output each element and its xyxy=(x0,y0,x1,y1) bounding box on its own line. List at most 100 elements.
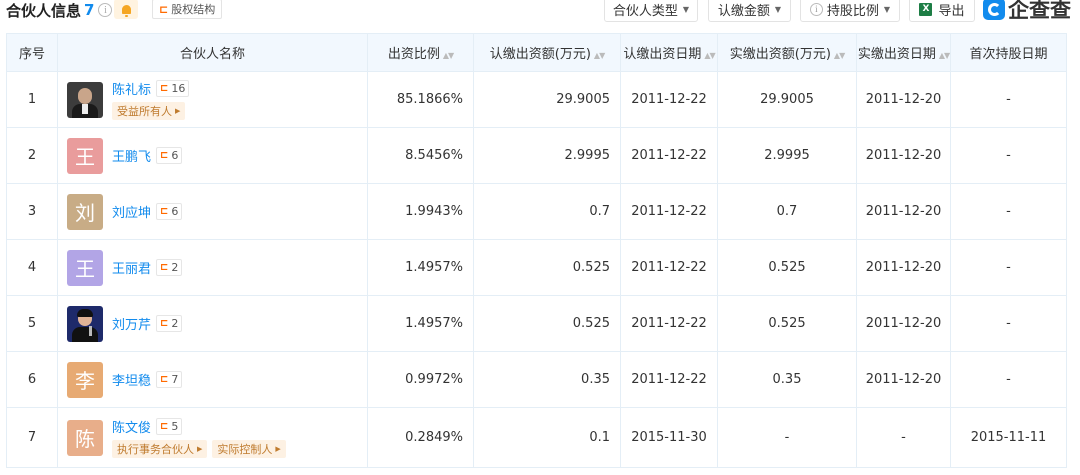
partner-count: 7 xyxy=(84,1,95,19)
role-tag-label: 受益所有人 xyxy=(117,105,172,118)
paid-amount: 0.35 xyxy=(717,351,857,408)
row-number: 6 xyxy=(6,351,58,408)
table-row: 4 王王丽君 ⊏ 2 1.4957% 0.525 2011-12-22 0.525 2011-1… xyxy=(6,239,1067,296)
table-row: 7 陈陈文俊 ⊏ 5 执行事务合伙人 ▶ 实际控制人 ▶ 0.2849% 0.1 2015-11-3… xyxy=(6,407,1067,468)
subscribed-amount: 29.9005 xyxy=(473,71,621,128)
relation-icon: ⊏ xyxy=(160,262,169,273)
row-number: 2 xyxy=(6,127,58,184)
subscribed-date: 2011-12-22 xyxy=(620,183,718,240)
avatar[interactable] xyxy=(67,81,103,118)
sort-icon: ▲▼ xyxy=(833,51,845,60)
paid-amount: 29.9005 xyxy=(717,71,857,128)
capital-ratio: 0.2849% xyxy=(367,407,474,468)
partner-name-link[interactable]: 陈礼标 xyxy=(112,79,151,98)
caret-right-icon: ▶ xyxy=(197,445,203,453)
relation-count-button[interactable]: ⊏ 16 xyxy=(156,80,190,97)
equity-structure-button[interactable]: ⊏ 股权结构 xyxy=(152,0,223,19)
row-number: 7 xyxy=(6,407,58,468)
partner-name-link[interactable]: 李坦稳 xyxy=(112,370,151,389)
relation-count-button[interactable]: ⊏ 7 xyxy=(156,371,183,388)
capital-ratio: 85.1866% xyxy=(367,71,474,128)
role-tag[interactable]: 执行事务合伙人 ▶ xyxy=(112,440,208,458)
shareholding-ratio-filter[interactable]: i 持股比例 ▼ xyxy=(800,0,900,22)
row-number: 1 xyxy=(6,71,58,128)
paid-date: 2011-12-20 xyxy=(856,239,951,296)
info-icon: i xyxy=(809,2,823,16)
relation-count-button[interactable]: ⊏ 5 xyxy=(156,418,183,435)
table-row: 1 陈礼标 ⊏ 16 受益所有人 ▶ 85.1866% 29.9005 2011-12-22 29… xyxy=(6,71,1067,128)
relation-icon: ⊏ xyxy=(160,83,169,94)
capital-ratio: 1.9943% xyxy=(367,183,474,240)
relation-icon: ⊏ xyxy=(160,206,169,217)
column-header-sortable[interactable]: 认缴出资日期 ▲▼ xyxy=(620,33,718,72)
role-tag[interactable]: 实际控制人 ▶ xyxy=(212,440,286,458)
relation-count: 7 xyxy=(171,373,179,386)
partner-name-link[interactable]: 王丽君 xyxy=(112,258,151,277)
bell-icon[interactable] xyxy=(114,0,138,19)
column-header-sortable[interactable]: 出资比例 ▲▼ xyxy=(367,33,474,72)
avatar[interactable]: 李 xyxy=(67,361,103,398)
sort-icon: ▲▼ xyxy=(442,51,454,60)
info-icon[interactable]: i xyxy=(98,3,113,17)
row-number: 4 xyxy=(6,239,58,296)
subscribed-amount: 0.525 xyxy=(473,239,621,296)
column-header-sortable[interactable]: 实缴出资额(万元) ▲▼ xyxy=(717,33,857,72)
paid-amount: - xyxy=(717,407,857,468)
subscribed-amount-filter[interactable]: 认缴金额 ▼ xyxy=(708,0,791,22)
paid-date: 2011-12-20 xyxy=(856,71,951,128)
partner-name-link[interactable]: 刘万芹 xyxy=(112,314,151,333)
partner-cell: 刘万芹 ⊏ 2 xyxy=(57,295,368,352)
subscribed-date: 2011-12-22 xyxy=(620,239,718,296)
partner-name-link[interactable]: 王鹏飞 xyxy=(112,146,151,165)
role-tag[interactable]: 受益所有人 ▶ xyxy=(112,102,186,120)
table-row: 6 李李坦稳 ⊏ 7 0.9972% 0.35 2011-12-22 0.35 2011-12-… xyxy=(6,351,1067,408)
brand-logo: 企查查 xyxy=(983,0,1071,22)
capital-ratio: 0.9972% xyxy=(367,351,474,408)
column-header-sortable[interactable]: 认缴出资额(万元) ▲▼ xyxy=(473,33,621,72)
relation-count: 6 xyxy=(171,205,179,218)
column-header: 首次持股日期 xyxy=(950,33,1067,72)
subscribed-date: 2011-12-22 xyxy=(620,71,718,128)
brand-logo-icon xyxy=(983,0,1005,20)
relation-icon: ⊏ xyxy=(160,150,169,161)
section-title-text: 合伙人信息 xyxy=(6,1,82,20)
relation-count: 2 xyxy=(171,261,179,274)
avatar[interactable]: 王 xyxy=(67,249,103,286)
sort-icon: ▲▼ xyxy=(704,51,715,60)
caret-right-icon: ▶ xyxy=(275,445,281,453)
first-holding-date: - xyxy=(950,71,1067,128)
brand-name: 企查查 xyxy=(1008,0,1071,22)
partner-name-link[interactable]: 陈文俊 xyxy=(112,417,151,436)
paid-amount: 0.7 xyxy=(717,183,857,240)
capital-ratio: 1.4957% xyxy=(367,295,474,352)
relation-count-button[interactable]: ⊏ 2 xyxy=(156,315,183,332)
subscribed-amount: 2.9995 xyxy=(473,127,621,184)
relation-count-button[interactable]: ⊏ 2 xyxy=(156,259,183,276)
subscribed-amount: 0.35 xyxy=(473,351,621,408)
export-button[interactable]: X 导出 xyxy=(909,0,975,22)
avatar[interactable]: 王 xyxy=(67,137,103,174)
table-row: 3 刘刘应坤 ⊏ 6 1.9943% 0.7 2011-12-22 0.7 2011-12-20… xyxy=(6,183,1067,240)
avatar[interactable] xyxy=(67,305,103,342)
column-header-sortable[interactable]: 实缴出资日期 ▲▼ xyxy=(856,33,951,72)
avatar[interactable]: 陈 xyxy=(67,419,103,456)
paid-date: 2011-12-20 xyxy=(856,127,951,184)
role-tag-label: 执行事务合伙人 xyxy=(117,443,194,456)
table-row: 5 刘万芹 ⊏ 2 1.4957% 0.525 2011-12-22 0.525 2011-12… xyxy=(6,295,1067,352)
partner-type-filter[interactable]: 合伙人类型 ▼ xyxy=(604,0,698,22)
avatar[interactable]: 刘 xyxy=(67,193,103,230)
row-number: 3 xyxy=(6,183,58,240)
relation-count-button[interactable]: ⊏ 6 xyxy=(156,147,183,164)
first-holding-date: - xyxy=(950,239,1067,296)
sort-icon: ▲▼ xyxy=(938,51,950,60)
partner-cell: 刘刘应坤 ⊏ 6 xyxy=(57,183,368,240)
role-tag-label: 实际控制人 xyxy=(217,443,273,456)
partner-cell: 李李坦稳 ⊏ 7 xyxy=(57,351,368,408)
partner-name-link[interactable]: 刘应坤 xyxy=(112,202,151,221)
paid-date: 2011-12-20 xyxy=(856,351,951,408)
relation-count-button[interactable]: ⊏ 6 xyxy=(156,203,183,220)
paid-amount: 0.525 xyxy=(717,295,857,352)
subscribed-date: 2011-12-22 xyxy=(620,295,718,352)
capital-ratio: 8.5456% xyxy=(367,127,474,184)
capital-ratio: 1.4957% xyxy=(367,239,474,296)
